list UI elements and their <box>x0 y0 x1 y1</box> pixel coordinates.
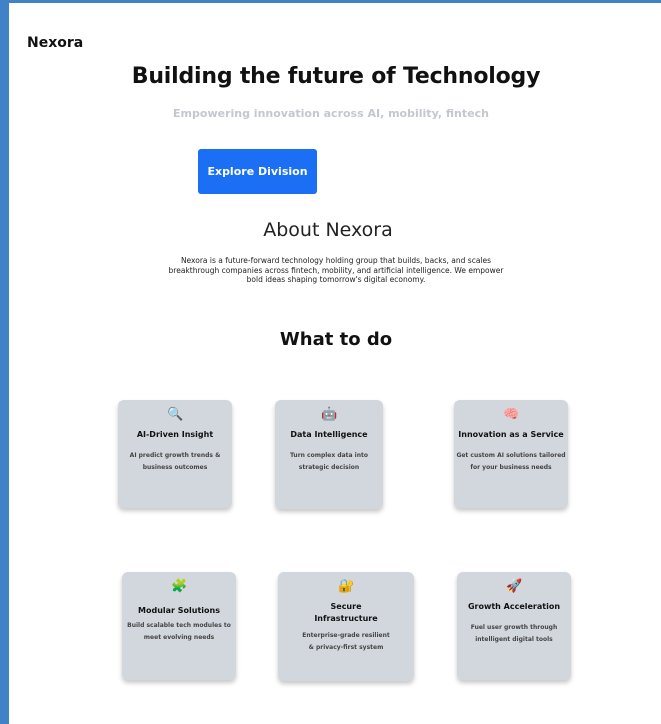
card-description: Fuel user growth through intelligent dig… <box>470 624 558 643</box>
brand-logo[interactable]: Nexora <box>27 35 83 51</box>
window-frame-top <box>0 0 661 3</box>
explore-division-button[interactable]: Explore Division <box>198 149 317 194</box>
card-description: Build scalable tech modules to meet evol… <box>127 622 231 641</box>
service-card-data-intelligence[interactable]: 🤖 Data Intelligence Turn complex data in… <box>275 400 383 509</box>
hero-title: Building the future of Technology <box>131 64 541 89</box>
card-description: Enterprise-grade resilient & privacy-fir… <box>302 632 390 651</box>
service-card-innovation-as-a-service[interactable]: 🧠 Innovation as a Service Get custom AI … <box>454 400 568 508</box>
window-frame-notch <box>9 3 19 198</box>
card-title: Secure Infrastructure <box>314 602 378 623</box>
card-description: Get custom AI solutions tailored for you… <box>456 452 566 471</box>
card-title: AI-Driven Insight <box>136 430 214 439</box>
card-title: Modular Solutions <box>138 606 220 615</box>
card-title: Innovation as a Service <box>458 430 564 439</box>
card-title: Data Intelligence <box>290 430 368 439</box>
brain-icon: 🧠 <box>503 407 520 422</box>
service-card-growth-acceleration[interactable]: 🚀 Growth Acceleration Fuel user growth t… <box>457 572 571 680</box>
rocket-icon: 🚀 <box>506 579 523 594</box>
hero-subtitle: Empowering innovation across AI, mobilit… <box>173 107 489 120</box>
magnifying-glass-icon: 🔍 <box>167 407 184 422</box>
service-card-secure-infrastructure[interactable]: 🔐 Secure Infrastructure Enterprise-grade… <box>278 572 414 681</box>
service-card-ai-driven-insight[interactable]: 🔍 AI-Driven Insight AI predict growth tr… <box>118 400 232 508</box>
card-title: Growth Acceleration <box>467 602 561 611</box>
service-card-modular-solutions[interactable]: 🧩 Modular Solutions Build scalable tech … <box>122 572 236 680</box>
services-title: What to do <box>279 329 393 350</box>
lock-key-icon: 🔐 <box>338 579 355 594</box>
about-text: Nexora is a future-forward technology ho… <box>168 256 504 284</box>
card-description: Turn complex data into strategic decisio… <box>289 452 368 471</box>
about-title: About Nexora <box>263 219 393 241</box>
robot-icon: 🤖 <box>321 407 338 422</box>
puzzle-piece-icon: 🧩 <box>171 579 188 594</box>
card-description: AI predict growth trends & business outc… <box>129 452 221 471</box>
